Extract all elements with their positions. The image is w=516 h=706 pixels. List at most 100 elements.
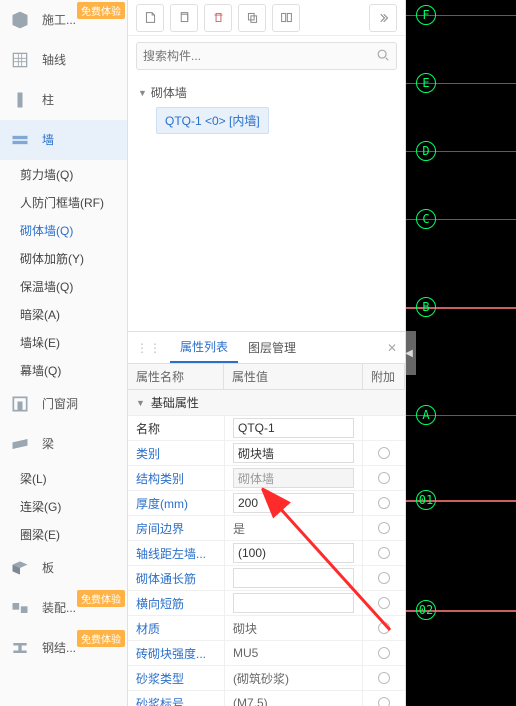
sidebar-subitem[interactable]: 保温墙(Q) xyxy=(0,272,127,300)
copy-button[interactable] xyxy=(170,4,198,32)
free-trial-badge: 免费体验 xyxy=(77,590,125,607)
free-trial-badge: 免费体验 xyxy=(77,630,125,647)
caret-down-icon: ▼ xyxy=(138,88,147,98)
property-row: 名称 xyxy=(128,416,405,441)
duplicate-button[interactable] xyxy=(238,4,266,32)
property-value xyxy=(224,566,363,590)
property-value[interactable]: (砌筑砂浆) xyxy=(224,666,363,690)
property-name[interactable]: 砌体通长筋 xyxy=(128,566,224,590)
sidebar-item-qiang[interactable]: 墙 xyxy=(0,120,127,160)
search-input[interactable] xyxy=(143,49,376,63)
sidebar-item-menchuangdong[interactable]: 门窗洞 xyxy=(0,384,127,424)
tab-properties[interactable]: 属性列表 xyxy=(170,332,238,363)
tree-group[interactable]: ▼ 砌体墙 xyxy=(138,84,395,101)
property-name[interactable]: 类别 xyxy=(128,441,224,465)
axis-marker[interactable]: 02 xyxy=(416,600,436,620)
axis-marker[interactable]: C xyxy=(416,209,436,229)
toolbar xyxy=(128,0,405,36)
delete-button[interactable] xyxy=(204,4,232,32)
property-name[interactable]: 材质 xyxy=(128,616,224,640)
property-name[interactable]: 房间边界 xyxy=(128,516,224,540)
sidebar-subitem[interactable]: 人防门框墙(RF) xyxy=(0,188,127,216)
sidebar-item-zhouxian[interactable]: 轴线 xyxy=(0,40,127,80)
collapse-button[interactable]: ◀ xyxy=(406,331,416,375)
close-icon[interactable]: ✕ xyxy=(387,341,397,355)
layout-button[interactable] xyxy=(272,4,300,32)
property-extra[interactable] xyxy=(363,541,405,565)
property-row: 类别 xyxy=(128,441,405,466)
sidebar-subitem[interactable]: 暗梁(A) xyxy=(0,300,127,328)
tree-area: ▼ 砌体墙 QTQ-1 <0> [内墙] xyxy=(128,76,405,331)
property-extra[interactable] xyxy=(363,641,405,665)
property-value-input[interactable] xyxy=(233,568,354,588)
radio-icon xyxy=(378,622,390,634)
property-value-input[interactable] xyxy=(233,593,354,613)
sidebar-subitem[interactable]: 梁(L) xyxy=(0,464,127,492)
property-name[interactable]: 横向短筋 xyxy=(128,591,224,615)
header-value: 属性值 xyxy=(224,364,363,389)
sidebar-subitem[interactable]: 砌体墙(Q) xyxy=(0,216,127,244)
property-extra[interactable] xyxy=(363,441,405,465)
property-value[interactable]: 是 xyxy=(224,516,363,540)
sidebar-item-liang[interactable]: 梁 xyxy=(0,424,127,464)
sidebar-item-gangjie[interactable]: 钢结...免费体验 xyxy=(0,628,127,668)
axis-marker[interactable]: 01 xyxy=(416,490,436,510)
property-extra[interactable] xyxy=(363,666,405,690)
axis-marker[interactable]: D xyxy=(416,141,436,161)
search-box[interactable] xyxy=(136,42,397,70)
sidebar-item-zhu[interactable]: 柱 xyxy=(0,80,127,120)
radio-icon xyxy=(378,472,390,484)
axis-marker[interactable]: B xyxy=(416,297,436,317)
sidebar-item-zhuangpei[interactable]: 装配...免费体验 xyxy=(0,588,127,628)
property-value-text: (M7.5) xyxy=(233,696,268,706)
sidebar-item-label: 装配... xyxy=(42,599,76,616)
property-extra[interactable] xyxy=(363,616,405,640)
axis-marker[interactable]: F xyxy=(416,5,436,25)
axis-marker[interactable]: A xyxy=(416,405,436,425)
property-value xyxy=(224,541,363,565)
mid-panel: ▼ 砌体墙 QTQ-1 <0> [内墙] ⋮⋮ 属性列表 图层管理 ✕ 属性名称… xyxy=(128,0,406,706)
property-name[interactable]: 砖砌块强度... xyxy=(128,641,224,665)
prop-group[interactable]: ▼ 基础属性 xyxy=(128,390,405,416)
property-value[interactable]: 砌块 xyxy=(224,616,363,640)
property-row: 砌体通长筋 xyxy=(128,566,405,591)
sidebar-item-shigong[interactable]: 施工...免费体验 xyxy=(0,0,127,40)
property-value[interactable]: (M7.5) xyxy=(224,691,363,706)
property-extra[interactable] xyxy=(363,491,405,515)
property-value-input[interactable] xyxy=(233,418,354,438)
property-value-input[interactable] xyxy=(233,543,354,563)
tab-layers[interactable]: 图层管理 xyxy=(238,332,306,363)
property-row: 材质砌块 xyxy=(128,616,405,641)
property-value[interactable]: MU5 xyxy=(224,641,363,665)
property-name[interactable]: 砂浆类型 xyxy=(128,666,224,690)
property-name[interactable]: 砂浆标号 xyxy=(128,691,224,706)
sidebar-subitem[interactable]: 墙垛(E) xyxy=(0,328,127,356)
property-extra[interactable] xyxy=(363,591,405,615)
more-button[interactable] xyxy=(369,4,397,32)
property-extra[interactable] xyxy=(363,516,405,540)
property-extra[interactable] xyxy=(363,566,405,590)
sidebar-item-ban[interactable]: 板 xyxy=(0,548,127,588)
tree-leaf-selected[interactable]: QTQ-1 <0> [内墙] xyxy=(156,107,269,134)
prop-tabs: ⋮⋮ 属性列表 图层管理 ✕ xyxy=(128,332,405,364)
property-value-input[interactable] xyxy=(233,443,354,463)
sidebar-subitem[interactable]: 剪力墙(Q) xyxy=(0,160,127,188)
canvas[interactable]: ◀ F E D C B A 01 02 xyxy=(406,0,516,706)
prop-body: ▼ 基础属性 名称类别结构类别厚度(mm)房间边界是轴线距左墙...砌体通长筋横… xyxy=(128,390,405,706)
property-extra[interactable] xyxy=(363,691,405,706)
drag-handle-icon[interactable]: ⋮⋮ xyxy=(136,341,162,355)
sidebar-subitem[interactable]: 连梁(G) xyxy=(0,492,127,520)
property-extra[interactable] xyxy=(363,466,405,490)
radio-icon xyxy=(378,672,390,684)
property-value-input[interactable] xyxy=(233,493,354,513)
property-name[interactable]: 厚度(mm) xyxy=(128,491,224,515)
property-name[interactable]: 轴线距左墙... xyxy=(128,541,224,565)
sidebar-subitem[interactable]: 圈梁(E) xyxy=(0,520,127,548)
property-value xyxy=(224,466,363,490)
property-name[interactable]: 结构类别 xyxy=(128,466,224,490)
sidebar-subitem[interactable]: 幕墙(Q) xyxy=(0,356,127,384)
category-icon xyxy=(8,88,32,112)
axis-marker[interactable]: E xyxy=(416,73,436,93)
new-button[interactable] xyxy=(136,4,164,32)
sidebar-subitem[interactable]: 砌体加筋(Y) xyxy=(0,244,127,272)
